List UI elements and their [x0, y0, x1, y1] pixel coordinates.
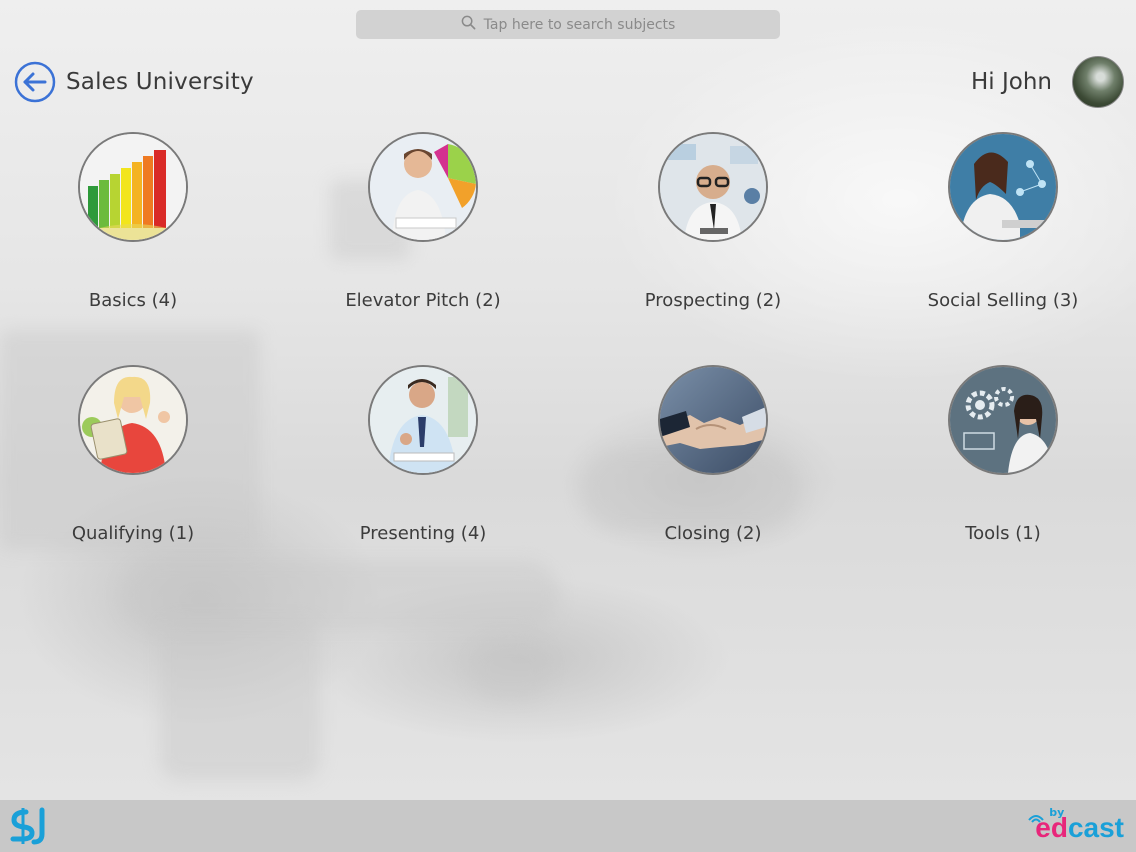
subject-label: Tools (1) — [965, 523, 1041, 544]
subject-image-social-selling — [948, 132, 1058, 242]
sj-logo[interactable] — [10, 806, 50, 846]
subject-image-basics — [78, 132, 188, 242]
subject-label: Presenting (4) — [359, 523, 487, 544]
page-title: Sales University — [66, 69, 254, 95]
subject-tile-basics[interactable]: Basics (4) — [23, 132, 243, 311]
subject-label: Qualifying (1) — [71, 523, 195, 544]
search-icon — [461, 15, 476, 34]
subject-tile-social-selling[interactable]: Social Selling (3) — [893, 132, 1113, 311]
subject-image-closing — [658, 365, 768, 475]
subject-image-elevator-pitch — [368, 132, 478, 242]
subject-tile-presenting[interactable]: Presenting (4) — [313, 365, 533, 544]
avatar[interactable] — [1072, 56, 1124, 108]
back-arrow-icon[interactable] — [14, 61, 56, 103]
subject-label: Elevator Pitch (2) — [345, 290, 501, 311]
subject-image-prospecting — [658, 132, 768, 242]
subject-tile-closing[interactable]: Closing (2) — [603, 365, 823, 544]
footer-bar — [0, 800, 1136, 852]
subject-tile-qualifying[interactable]: Qualifying (1) — [23, 365, 243, 544]
subject-label: Prospecting (2) — [644, 290, 782, 311]
edcast-logo[interactable]: by edcast — [1027, 806, 1124, 844]
search-placeholder: Tap here to search subjects — [483, 16, 676, 33]
subject-tile-elevator-pitch[interactable]: Elevator Pitch (2) — [313, 132, 533, 311]
header-left: Sales University — [14, 61, 254, 103]
subject-image-tools — [948, 365, 1058, 475]
wifi-icon — [1028, 815, 1045, 823]
subject-image-presenting — [368, 365, 478, 475]
edcast-cast-text: cast — [1067, 812, 1124, 843]
subject-tile-tools[interactable]: Tools (1) — [893, 365, 1113, 544]
header-right: Hi John — [971, 56, 1124, 108]
subject-label: Basics (4) — [88, 290, 178, 311]
subject-label: Social Selling (3) — [927, 290, 1079, 311]
subject-image-qualifying — [78, 365, 188, 475]
edcast-by-text: by — [1049, 806, 1065, 819]
subject-tile-prospecting[interactable]: Prospecting (2) — [603, 132, 823, 311]
search-bar[interactable]: Tap here to search subjects — [356, 10, 780, 39]
subject-label: Closing (2) — [664, 523, 762, 544]
user-greeting: Hi John — [970, 69, 1052, 95]
